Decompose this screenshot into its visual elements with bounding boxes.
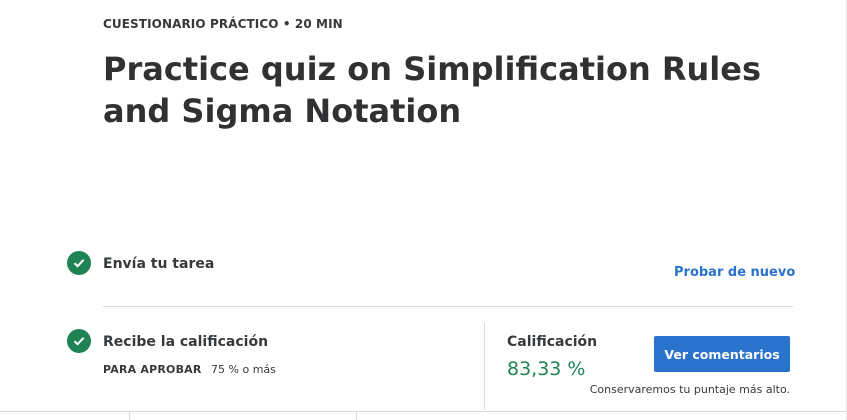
- divider-tick: [129, 411, 130, 420]
- divider-tick: [356, 411, 357, 420]
- pass-requirement-label: PARA APROBAR: [103, 363, 202, 376]
- divider: [103, 306, 793, 307]
- bottom-divider: [0, 411, 847, 412]
- check-circle-icon: [67, 251, 91, 275]
- step-submit-label: Envía tu tarea: [103, 256, 215, 272]
- try-again-button[interactable]: Probar de nuevo: [674, 265, 795, 280]
- check-circle-icon: [67, 329, 91, 353]
- keep-highest-note: Conservaremos tu puntaje más alto.: [589, 383, 790, 396]
- pass-requirement: PARA APROBAR 75 % o más: [103, 363, 276, 376]
- pass-requirement-value: 75 % o más: [211, 363, 276, 376]
- view-feedback-button[interactable]: Ver comentarios: [654, 336, 790, 372]
- page-title: Practice quiz on Simplification Rules an…: [103, 50, 761, 130]
- quiz-meta: CUESTIONARIO PRÁCTICO • 20 MIN: [103, 17, 343, 31]
- vertical-divider: [484, 323, 485, 410]
- grade-label: Calificación: [507, 334, 598, 350]
- step-grade-label: Recibe la calificación: [103, 334, 269, 350]
- grade-value: 83,33 %: [507, 358, 586, 380]
